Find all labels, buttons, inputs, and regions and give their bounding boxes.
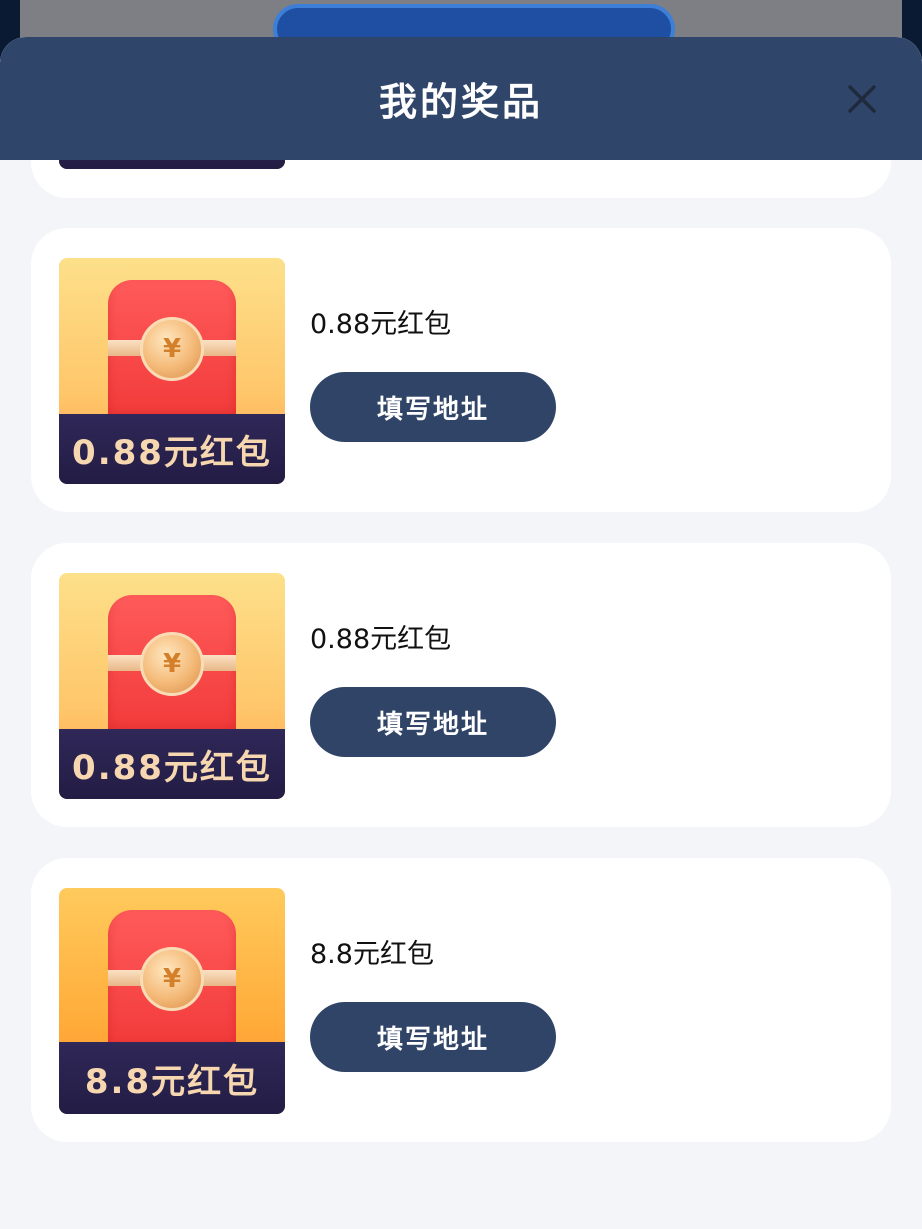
prize-card: ¥ 8.8元红包 8.8元红包 填写地址 <box>31 858 891 1142</box>
prize-image-label: 8.8元红包 <box>59 1042 285 1114</box>
red-envelope: ¥ <box>108 910 236 1050</box>
red-envelope: ¥ <box>108 595 236 735</box>
red-packet-image: ¥ 0.88元红包 <box>59 573 285 799</box>
red-envelope: ¥ <box>108 280 236 420</box>
fill-address-button[interactable]: 填写地址 <box>310 372 556 442</box>
prizes-modal: ¥ 0.88元红包 0.88元红包 填写地址 ¥ 0.88元红包 0.88元红包… <box>0 37 922 1229</box>
red-packet-image: ¥ 0.88元红包 <box>59 258 285 484</box>
fill-address-button[interactable]: 填写地址 <box>310 687 556 757</box>
prize-image-label: 0.88元红包 <box>59 729 285 799</box>
prize-card: ¥ 0.88元红包 0.88元红包 填写地址 <box>31 543 891 827</box>
prize-name: 0.88元红包 <box>310 309 452 340</box>
red-packet-image: ¥ 8.8元红包 <box>59 888 285 1114</box>
prize-card: ¥ 0.88元红包 0.88元红包 填写地址 <box>31 228 891 512</box>
yuan-coin-icon: ¥ <box>140 317 204 381</box>
close-icon[interactable] <box>842 79 882 119</box>
yuan-coin-icon: ¥ <box>140 632 204 696</box>
prize-image-label: 0.88元红包 <box>59 414 285 484</box>
fill-address-button[interactable]: 填写地址 <box>310 1002 556 1072</box>
prize-name: 0.88元红包 <box>310 624 452 655</box>
modal-title: 我的奖品 <box>378 80 543 124</box>
prize-list[interactable]: ¥ 0.88元红包 0.88元红包 填写地址 ¥ 0.88元红包 0.88元红包… <box>0 37 922 1229</box>
yuan-coin-icon: ¥ <box>140 947 204 1011</box>
prize-name: 8.8元红包 <box>310 939 434 970</box>
modal-header: 我的奖品 <box>0 37 922 160</box>
